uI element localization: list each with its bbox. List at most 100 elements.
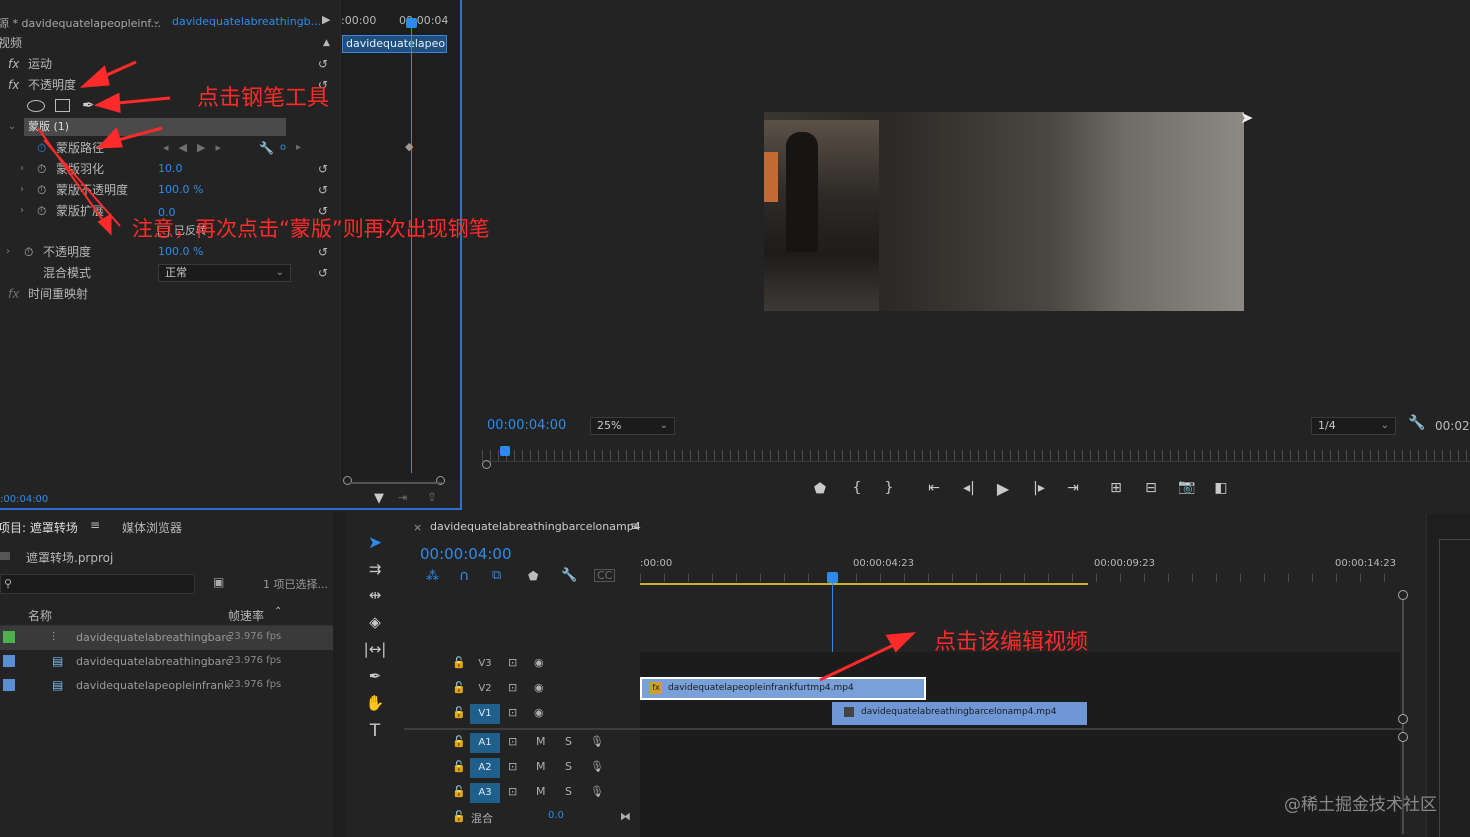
sync-lock-icon[interactable]: ⊡ [508, 656, 517, 669]
new-bin-icon[interactable]: ▣ [213, 575, 224, 589]
solo-button[interactable]: S [565, 760, 572, 773]
mask-opacity-value[interactable]: 100.0 % [158, 180, 203, 200]
keyframe-diamond-icon[interactable]: ◆ [405, 140, 413, 153]
mini-clip[interactable]: davidequatelapeople [342, 35, 447, 53]
marker-icon[interactable]: ⬟ [809, 481, 831, 497]
reset-icon[interactable]: ↺ [318, 242, 328, 262]
camera-icon[interactable]: 📷 [1176, 479, 1198, 495]
settings-wrench-icon[interactable]: 🔧 [1408, 415, 1425, 431]
mute-button[interactable]: M [536, 785, 546, 798]
rectangle-mask-icon[interactable] [55, 99, 70, 112]
zoom-handle[interactable] [482, 460, 491, 469]
video-frame[interactable] [764, 112, 1244, 311]
mask-track-controls[interactable]: ◂◀▶▸ [163, 138, 231, 158]
go-to-in-icon[interactable]: ⇤ [923, 480, 945, 496]
eye-icon[interactable]: ◉ [534, 681, 544, 694]
export-icon[interactable]: ⇪ [427, 490, 437, 504]
go-to-end-icon[interactable]: ⧓ [620, 810, 631, 823]
mark-out-icon[interactable]: } [878, 480, 900, 496]
wrench-icon[interactable]: 🔧 [259, 138, 274, 158]
mask-path-row[interactable]: ⏱ 蒙版路径 ◂◀▶▸ 🔧 o ▸ [0, 138, 338, 158]
program-playhead[interactable] [500, 446, 510, 456]
snap-icon[interactable]: ⁂ [426, 569, 439, 584]
microphone-icon[interactable]: 🎙 [590, 785, 604, 798]
compare-icon[interactable]: ◧ [1210, 480, 1232, 496]
list-item[interactable]: ▤ davidequatelapeopleinfrank 23.976 fps [0, 674, 333, 698]
mask-opacity-row[interactable]: › ⏱ 蒙版不透明度 100.0 % ↺ [0, 180, 338, 200]
search-input[interactable]: ⚲ [0, 574, 195, 594]
linked-selection-icon[interactable]: ⧉ [492, 568, 501, 583]
opacity-value-row[interactable]: › ⏱ 不透明度 100.0 % ↺ [0, 242, 338, 262]
selection-tool-icon[interactable]: ➤ [363, 533, 387, 553]
eye-icon[interactable]: ◉ [534, 706, 544, 719]
scroll-handle[interactable] [1398, 732, 1408, 742]
lock-icon[interactable]: 🔓 [452, 785, 466, 798]
play-icon[interactable]: ▶ [992, 479, 1014, 498]
project-scrollbar[interactable] [333, 512, 345, 837]
track-label[interactable]: A2 [470, 758, 500, 778]
lift-icon[interactable]: ⊞ [1105, 480, 1127, 496]
reset-icon[interactable]: ↺ [318, 180, 328, 200]
mask-feather-value[interactable]: 10.0 [158, 159, 183, 179]
scroll-handle[interactable] [1398, 590, 1408, 600]
program-timecode[interactable]: 00:00:04:00 [487, 418, 566, 433]
mark-in-icon[interactable]: { [846, 480, 868, 496]
sequence-tab[interactable]: davidequatelabreathingb... [172, 15, 321, 28]
opacity-value[interactable]: 100.0 % [158, 242, 203, 262]
expand-icon[interactable]: › [20, 201, 24, 221]
stopwatch-icon[interactable]: ⏱ [24, 242, 33, 262]
razor-tool-icon[interactable]: ◈ [363, 613, 387, 631]
label-color-swatch[interactable] [3, 631, 15, 643]
hand-tool-icon[interactable]: ✋ [363, 694, 387, 712]
mask-row[interactable]: ⌄ 蒙版 (1) [0, 117, 338, 137]
expand-icon[interactable]: › [20, 159, 24, 179]
lock-icon[interactable]: 🔓 [452, 706, 466, 719]
zoom-select[interactable]: 25% ⌄ [590, 417, 675, 435]
list-item[interactable]: ⫶ davidequatelabreathingbarc 23.976 fps [0, 626, 333, 650]
sequence-tab[interactable]: davidequatelabreathingbarcelonamp4 [430, 520, 641, 533]
stopwatch-icon[interactable]: ⏱ [37, 201, 46, 221]
program-ruler[interactable] [482, 450, 1470, 462]
menu-icon[interactable]: ≡ [630, 519, 640, 533]
sync-lock-icon[interactable]: ⊡ [508, 706, 517, 719]
reset-icon[interactable]: ↺ [318, 54, 328, 74]
solo-button[interactable]: S [565, 735, 572, 748]
track-label[interactable]: V1 [470, 704, 500, 724]
settings-wrench-icon[interactable]: 🔧 [561, 568, 577, 583]
stopwatch-icon[interactable]: ⏱ [37, 138, 46, 158]
sync-lock-icon[interactable]: ⊡ [508, 785, 517, 798]
sync-lock-icon[interactable]: ⊡ [508, 681, 517, 694]
ripple-edit-tool-icon[interactable]: ⇹ [363, 586, 387, 604]
lock-icon[interactable]: 🔓 [452, 656, 466, 669]
timeline-playhead-handle[interactable] [827, 572, 838, 583]
expand-icon[interactable]: › [6, 242, 10, 262]
lock-icon[interactable]: 🔓 [452, 810, 466, 823]
next-icon[interactable]: ▸ [296, 138, 301, 158]
captions-icon[interactable]: CC [594, 569, 616, 582]
list-item[interactable]: ▤ davidequatelabreathingbarc 23.976 fps [0, 650, 333, 674]
label-color-swatch[interactable] [3, 679, 15, 691]
type-tool-icon[interactable]: T [363, 721, 387, 741]
media-browser-tab[interactable]: 媒体浏览器 [122, 519, 182, 536]
chevron-down-icon[interactable]: ⌄ [152, 14, 161, 27]
project-tab[interactable]: 项目: 遮罩转场 [0, 519, 78, 536]
menu-icon[interactable]: ≡ [90, 518, 100, 532]
mini-playhead[interactable] [411, 18, 412, 473]
source-tab[interactable]: 源 * davidequatelapeopleinf... [0, 15, 161, 31]
clip-v1[interactable]: davidequatelabreathingbarcelonamp4.mp4 [832, 702, 1087, 725]
loop-icon[interactable]: ⇥ [398, 491, 407, 504]
stopwatch-icon[interactable]: ⏱ [37, 159, 46, 179]
motion-row[interactable]: fx 运动 ↺ [0, 54, 338, 74]
ellipse-mask-icon[interactable] [27, 100, 45, 112]
solo-button[interactable]: S [565, 785, 572, 798]
col-fps[interactable]: 帧速率 [228, 607, 264, 624]
timeline-ruler[interactable]: :00:00 00:00:04:23 00:00:09:23 00:00:14:… [640, 554, 1400, 594]
add-marker-icon[interactable]: ⬟ [528, 569, 538, 583]
mini-playhead-handle[interactable] [406, 18, 417, 28]
lock-icon[interactable]: 🔓 [452, 735, 466, 748]
mask-feather-row[interactable]: › ⏱ 蒙版羽化 10.0 ↺ [0, 159, 338, 179]
expand-icon[interactable]: › [20, 180, 24, 200]
scroll-handle[interactable] [1398, 714, 1408, 724]
track-label[interactable]: V3 [470, 654, 500, 674]
sync-lock-icon[interactable]: ⊡ [508, 760, 517, 773]
